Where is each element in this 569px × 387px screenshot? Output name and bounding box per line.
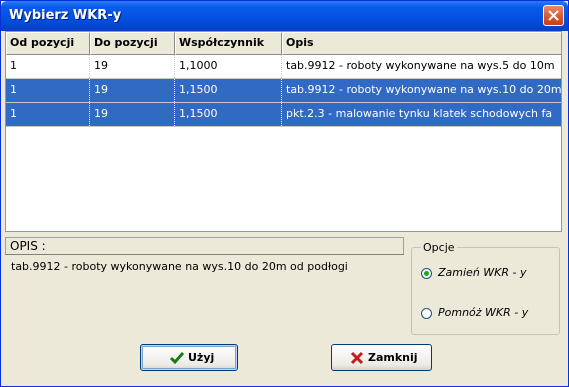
cell-do: 19	[90, 79, 175, 102]
dialog-window: Wybierz WKR-y Od pozycji Do pozycji Wspó…	[0, 0, 569, 387]
column-header-opis[interactable]: Opis	[282, 32, 561, 55]
cell-wspolczynnik: 1,1500	[175, 79, 282, 102]
table-row[interactable]: 1 19 1,1500 tab.9912 - roboty wykonywane…	[6, 79, 561, 103]
radio-zamien[interactable]	[421, 268, 432, 279]
title-bar[interactable]: Wybierz WKR-y	[1, 1, 568, 31]
opis-text: tab.9912 - roboty wykonywane na wys.10 d…	[5, 254, 404, 318]
close-button[interactable]: Zamknij	[331, 344, 432, 371]
cell-wspolczynnik: 1,1000	[175, 55, 282, 78]
radio-selected-dot	[424, 271, 429, 276]
column-header-wspolczynnik[interactable]: Współczynnik	[175, 32, 282, 55]
radio-pomnoz-label[interactable]: Pomnóż WKR - y	[438, 306, 528, 319]
cell-od: 1	[6, 55, 90, 78]
cell-do: 19	[90, 55, 175, 78]
cell-wspolczynnik: 1,1500	[175, 103, 282, 126]
radio-pomnoz[interactable]	[421, 308, 432, 319]
column-header-od[interactable]: Od pozycji	[6, 32, 90, 55]
cell-opis: tab.9912 - roboty wykonywane na wys.10 d…	[286, 83, 561, 96]
column-header-do[interactable]: Do pozycji	[90, 32, 175, 55]
close-button-label: Zamknij	[368, 351, 418, 364]
cell-od: 1	[6, 79, 90, 102]
cell-do: 19	[90, 103, 175, 126]
close-icon	[548, 10, 559, 21]
use-button-label: Użyj	[188, 351, 215, 364]
cell-opis: tab.9912 - roboty wykonywane na wys.5 do…	[286, 59, 555, 72]
table-row[interactable]: 1 19 1,1500 pkt.2.3 - malowanie tynku kl…	[6, 103, 561, 127]
window-title: Wybierz WKR-y	[9, 8, 122, 23]
x-icon	[350, 351, 364, 365]
opcje-label: Opcje	[421, 241, 457, 254]
checkmark-icon	[170, 352, 184, 365]
table-row[interactable]: 1 19 1,1000 tab.9912 - roboty wykonywane…	[6, 55, 561, 79]
opcje-group	[411, 247, 560, 335]
radio-zamien-label[interactable]: Zamień WKR - y	[438, 266, 527, 279]
cell-opis: pkt.2.3 - malowanie tynku klatek schodow…	[286, 107, 553, 120]
wkr-table[interactable]: Od pozycji Do pozycji Współczynnik Opis …	[5, 31, 562, 232]
close-window-button[interactable]	[543, 5, 564, 26]
opis-label: OPIS :	[10, 239, 46, 253]
use-button[interactable]: Użyj	[140, 344, 238, 371]
cell-od: 1	[6, 103, 90, 126]
